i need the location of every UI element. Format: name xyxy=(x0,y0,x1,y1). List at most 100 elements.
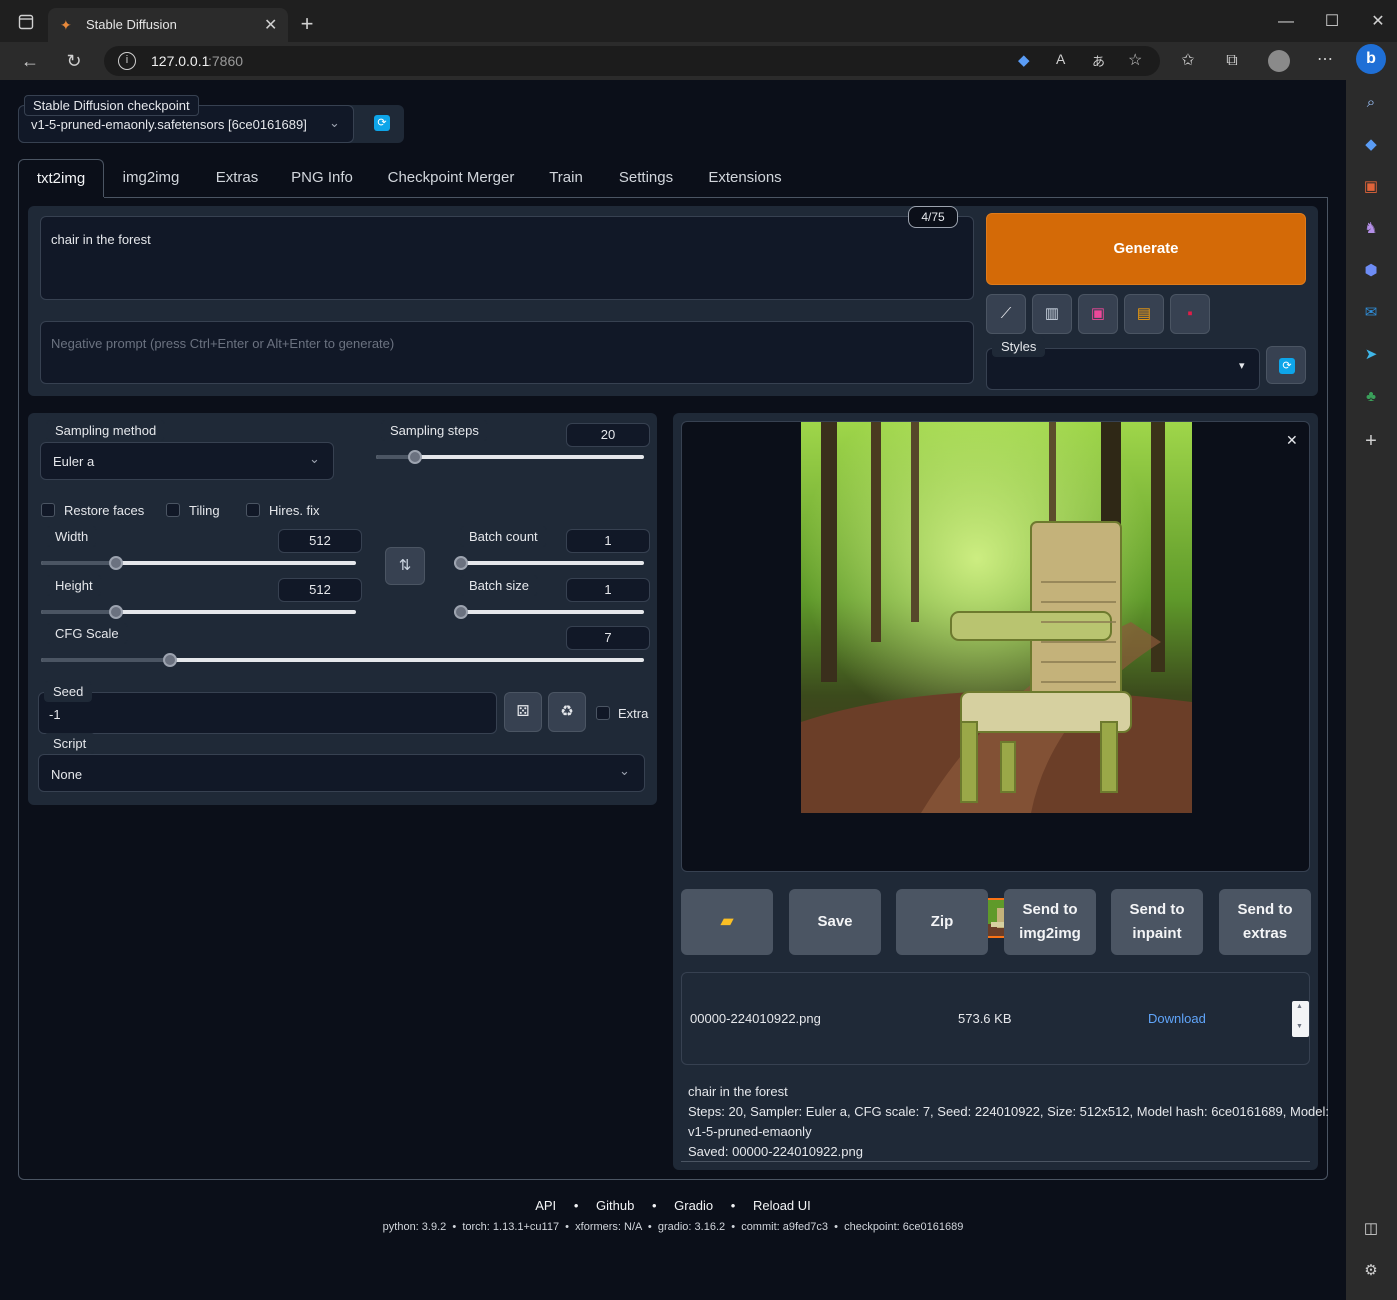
bing-copilot-icon[interactable]: b xyxy=(1356,44,1386,74)
slider-fill xyxy=(41,561,117,565)
add-sidebar-app-icon[interactable]: + xyxy=(1360,430,1382,452)
sampling-steps-input[interactable]: 20 xyxy=(566,423,650,447)
slider-thumb[interactable] xyxy=(454,556,468,570)
tab-extras[interactable]: Extras xyxy=(204,159,270,197)
url-port: :7860 xyxy=(208,53,244,69)
profile-avatar[interactable] xyxy=(1268,50,1290,72)
tab-train[interactable]: Train xyxy=(540,159,592,197)
tiling-checkbox[interactable] xyxy=(166,503,180,517)
read-aloud-icon[interactable]: A xyxy=(1056,51,1065,67)
refresh-icon[interactable]: ↻ xyxy=(62,51,86,71)
tools-icon[interactable]: ▣ xyxy=(1360,176,1382,198)
restore-faces-checkbox[interactable] xyxy=(41,503,55,517)
negative-prompt-textarea[interactable]: Negative prompt (press Ctrl+Enter or Alt… xyxy=(40,321,974,384)
download-link[interactable]: Download xyxy=(1148,1011,1206,1026)
swap-dimensions-button[interactable]: ⇅ xyxy=(385,547,425,585)
prompt-textarea[interactable]: chair in the forest xyxy=(40,216,974,300)
extra-networks-button[interactable]: ▣ xyxy=(1078,294,1118,334)
batch-size-slider[interactable] xyxy=(454,605,644,619)
close-window-icon[interactable]: ✕ xyxy=(1366,12,1390,32)
send-to-img2img-button[interactable]: Send to img2img xyxy=(1004,889,1096,955)
footer-github-link[interactable]: Github xyxy=(596,1198,634,1213)
footer-reload-ui-link[interactable]: Reload UI xyxy=(753,1198,811,1213)
width-slider[interactable] xyxy=(41,556,356,570)
generate-button[interactable]: Generate xyxy=(986,213,1306,285)
scroll-down-icon[interactable]: ▼ xyxy=(1296,1023,1303,1030)
close-preview-icon[interactable]: ✕ xyxy=(1286,432,1298,449)
back-icon[interactable]: ← xyxy=(18,51,42,71)
save-style-button[interactable]: ▪ xyxy=(1170,294,1210,334)
tab-extensions[interactable]: Extensions xyxy=(700,159,790,197)
reuse-seed-button[interactable]: ♻ xyxy=(548,692,586,732)
sampling-method-dropdown[interactable]: Euler a ⌄ xyxy=(40,442,334,480)
hide-sidebar-icon[interactable]: ◫ xyxy=(1360,1218,1382,1240)
favorites-icon[interactable]: ✩ xyxy=(1176,51,1200,71)
collections-icon[interactable]: ⧉ xyxy=(1220,51,1244,71)
cfg-scale-slider[interactable] xyxy=(41,653,644,667)
batch-count-slider[interactable] xyxy=(454,556,644,570)
read-params-button[interactable]: ⟋ xyxy=(986,294,1026,334)
tab-png-info[interactable]: PNG Info xyxy=(282,159,362,197)
width-input[interactable]: 512 xyxy=(278,529,362,553)
clear-prompt-button[interactable]: ▥ xyxy=(1032,294,1072,334)
open-folder-button[interactable]: ▰ xyxy=(681,889,773,955)
seed-value: -1 xyxy=(49,707,61,722)
scrollbar[interactable]: ▲ ▼ xyxy=(1292,1001,1309,1037)
script-dropdown[interactable]: None ⌄ xyxy=(38,754,645,792)
chevron-down-icon: ⌄ xyxy=(329,115,340,130)
height-slider[interactable] xyxy=(41,605,356,619)
sidebar-settings-icon[interactable]: ⚙ xyxy=(1360,1260,1382,1282)
coupon-icon[interactable]: ◆ xyxy=(1018,51,1030,69)
chevron-down-icon: ⌄ xyxy=(309,451,320,466)
send-to-extras-button[interactable]: Send to extras xyxy=(1219,889,1311,955)
shopping-icon[interactable]: ◆ xyxy=(1360,134,1382,156)
tab-img2img[interactable]: img2img xyxy=(110,159,192,197)
send-to-inpaint-button[interactable]: Send to inpaint xyxy=(1111,889,1203,955)
tab-settings[interactable]: Settings xyxy=(610,159,682,197)
slider-thumb[interactable] xyxy=(454,605,468,619)
refresh-styles-button[interactable]: ⟳ xyxy=(1266,346,1306,384)
maximize-icon[interactable]: ☐ xyxy=(1320,12,1344,32)
scroll-up-icon[interactable]: ▲ xyxy=(1296,1003,1303,1010)
hires-fix-checkbox[interactable] xyxy=(246,503,260,517)
new-tab-icon[interactable]: + xyxy=(295,13,319,35)
slider-thumb[interactable] xyxy=(163,653,177,667)
extra-seed-label: Extra xyxy=(618,706,649,721)
slider-thumb[interactable] xyxy=(109,605,123,619)
batch-size-input[interactable]: 1 xyxy=(566,578,650,602)
slider-thumb[interactable] xyxy=(109,556,123,570)
refresh-checkpoint-icon[interactable]: ⟳ xyxy=(374,115,390,131)
translate-icon[interactable]: あ xyxy=(1092,51,1105,70)
batch-count-input[interactable]: 1 xyxy=(566,529,650,553)
drop-icon[interactable]: ➤ xyxy=(1360,344,1382,366)
sampling-steps-slider[interactable] xyxy=(376,450,644,464)
zip-button[interactable]: Zip xyxy=(896,889,988,955)
seed-input[interactable]: -1 xyxy=(38,692,497,734)
add-favorite-icon[interactable]: ☆ xyxy=(1128,50,1142,70)
slider-thumb[interactable] xyxy=(408,450,422,464)
games-icon[interactable]: ♞ xyxy=(1360,218,1382,240)
search-icon[interactable]: ⌕ xyxy=(1360,92,1382,114)
cfg-scale-input[interactable]: 7 xyxy=(566,626,650,650)
minimize-icon[interactable]: — xyxy=(1274,12,1298,32)
generated-image[interactable] xyxy=(801,422,1192,813)
workspaces-icon[interactable] xyxy=(14,14,38,34)
extra-seed-checkbox[interactable] xyxy=(596,706,610,720)
office-icon[interactable]: ⬢ xyxy=(1360,260,1382,282)
footer-api-link[interactable]: API xyxy=(535,1198,556,1213)
outlook-icon[interactable]: ✉ xyxy=(1360,302,1382,324)
url-field[interactable]: i 127.0.0.1 :7860 ◆ A あ ☆ xyxy=(104,46,1160,76)
footer-gradio-link[interactable]: Gradio xyxy=(674,1198,713,1213)
height-input[interactable]: 512 xyxy=(278,578,362,602)
save-button[interactable]: Save xyxy=(789,889,881,955)
tab-txt2img[interactable]: txt2img xyxy=(18,159,104,197)
browser-tab[interactable]: ✦ Stable Diffusion ✕ xyxy=(48,8,288,42)
tree-icon[interactable]: ♣ xyxy=(1360,386,1382,408)
close-tab-icon[interactable]: ✕ xyxy=(264,15,277,35)
random-seed-button[interactable]: ⚄ xyxy=(504,692,542,732)
tab-checkpoint-merger[interactable]: Checkpoint Merger xyxy=(378,159,524,197)
send-to-label: Send to xyxy=(1022,901,1078,918)
site-info-icon[interactable]: i xyxy=(118,52,136,70)
more-menu-icon[interactable]: ⋯ xyxy=(1313,50,1337,70)
apply-style-button[interactable]: ▤ xyxy=(1124,294,1164,334)
